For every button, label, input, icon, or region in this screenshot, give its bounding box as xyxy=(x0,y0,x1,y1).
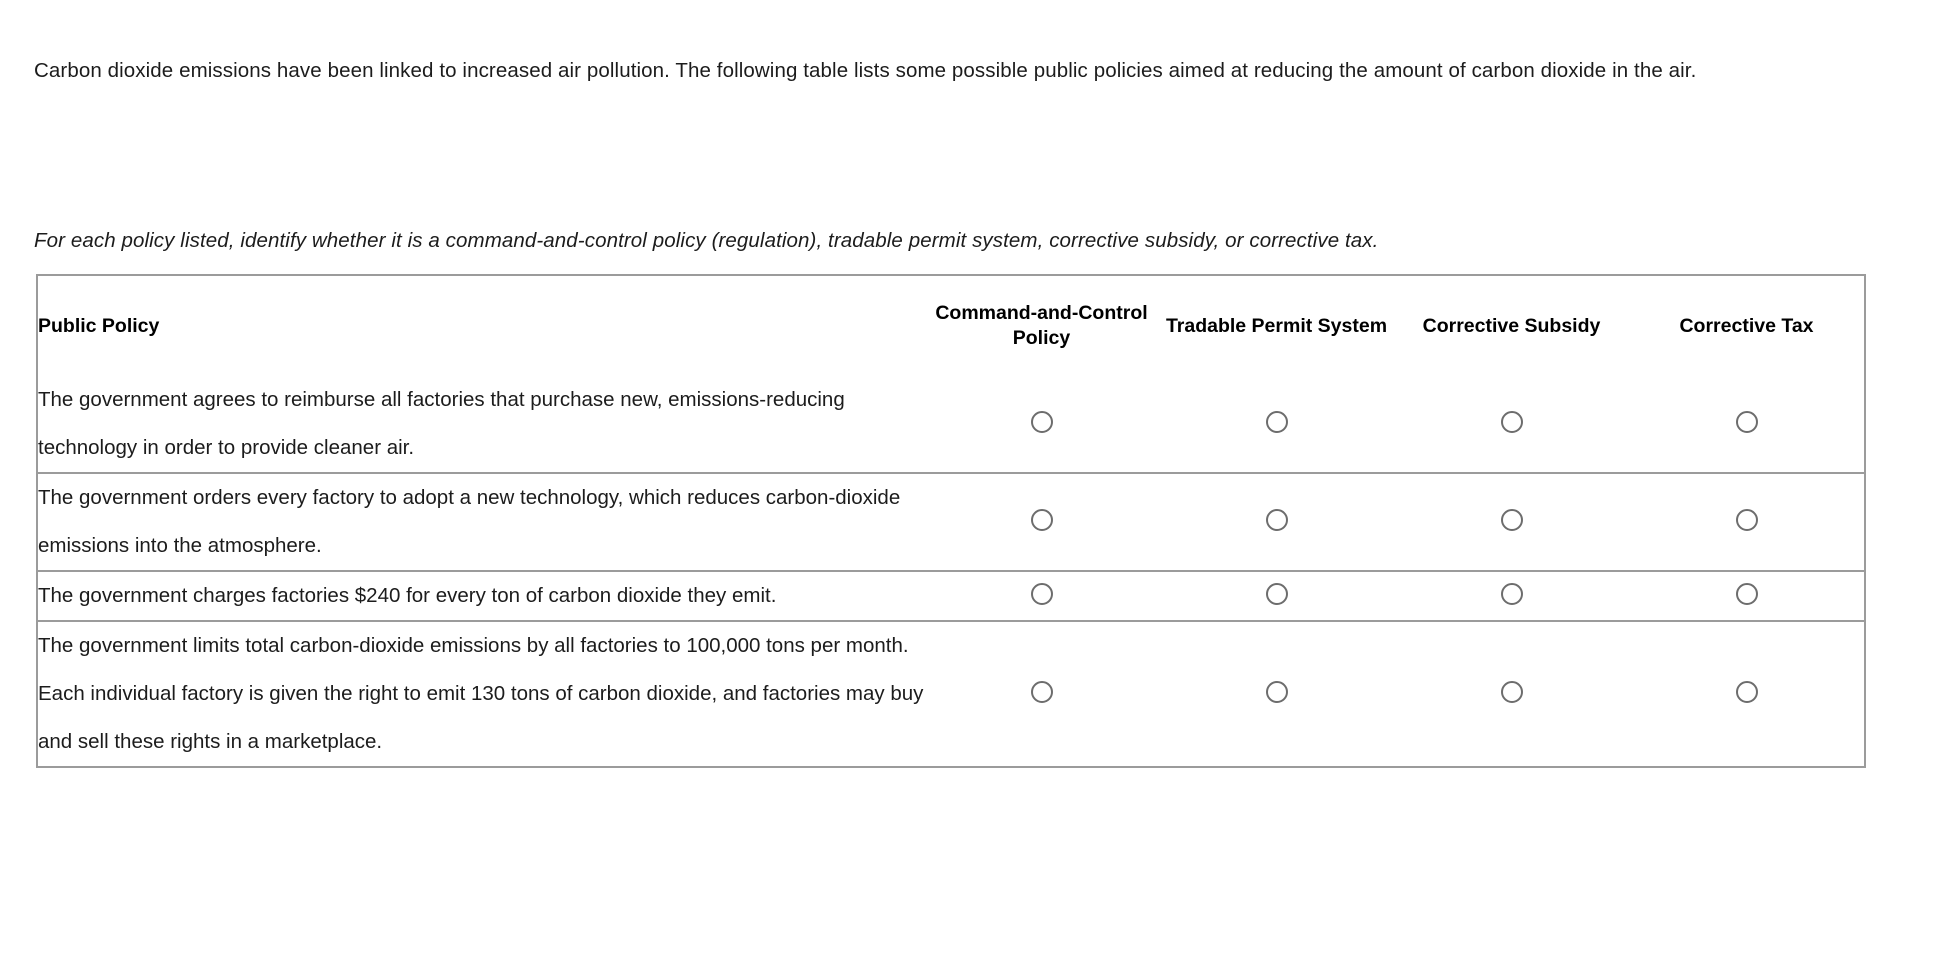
policy-table: Public Policy Command-and-Control Policy… xyxy=(36,274,1866,768)
table-header-row: Public Policy Command-and-Control Policy… xyxy=(37,275,1865,376)
radio-cell-corrective-subsidy[interactable] xyxy=(1394,621,1629,767)
radio-button-tradable-permit[interactable] xyxy=(1265,410,1288,433)
radio-button-corrective-tax[interactable] xyxy=(1735,410,1758,433)
radio-button-corrective-tax[interactable] xyxy=(1735,582,1758,605)
radio-button-corrective-subsidy[interactable] xyxy=(1500,508,1523,531)
radio-button-tradable-permit[interactable] xyxy=(1265,582,1288,605)
policy-description: The government limits total carbon-dioxi… xyxy=(38,634,924,753)
radio-button-command-and-control[interactable] xyxy=(1030,410,1053,433)
intro-paragraph: Carbon dioxide emissions have been linke… xyxy=(34,58,1697,82)
radio-cell-corrective-tax[interactable] xyxy=(1629,621,1865,767)
radio-button-corrective-tax[interactable] xyxy=(1735,680,1758,703)
radio-button-tradable-permit[interactable] xyxy=(1265,508,1288,531)
table-row: The government charges factories $240 fo… xyxy=(37,571,1865,621)
radio-button-command-and-control[interactable] xyxy=(1030,508,1053,531)
radio-cell-tradable-permit[interactable] xyxy=(1159,473,1394,571)
header-corrective-tax: Corrective Tax xyxy=(1679,314,1814,337)
radio-cell-command-and-control[interactable] xyxy=(924,571,1159,621)
policy-description: The government agrees to reimburse all f… xyxy=(38,388,845,459)
header-command-and-control-policy: Command-and-Control Policy xyxy=(935,302,1148,349)
radio-button-corrective-tax[interactable] xyxy=(1735,508,1758,531)
radio-button-tradable-permit[interactable] xyxy=(1265,680,1288,703)
radio-button-corrective-subsidy[interactable] xyxy=(1500,410,1523,433)
header-corrective-subsidy: Corrective Subsidy xyxy=(1422,314,1601,337)
radio-cell-tradable-permit[interactable] xyxy=(1159,571,1394,621)
policy-table-container: Public Policy Command-and-Control Policy… xyxy=(36,274,1866,768)
policy-description: The government charges factories $240 fo… xyxy=(38,584,777,607)
radio-cell-corrective-tax[interactable] xyxy=(1629,376,1865,473)
radio-cell-command-and-control[interactable] xyxy=(924,473,1159,571)
radio-cell-command-and-control[interactable] xyxy=(924,621,1159,767)
radio-button-corrective-subsidy[interactable] xyxy=(1500,582,1523,605)
radio-cell-corrective-tax[interactable] xyxy=(1629,571,1865,621)
radio-cell-corrective-tax[interactable] xyxy=(1629,473,1865,571)
radio-cell-corrective-subsidy[interactable] xyxy=(1394,473,1629,571)
table-row: The government orders every factory to a… xyxy=(37,473,1865,571)
radio-cell-corrective-subsidy[interactable] xyxy=(1394,376,1629,473)
radio-button-command-and-control[interactable] xyxy=(1030,582,1053,605)
table-row: The government agrees to reimburse all f… xyxy=(37,376,1865,473)
table-body: The government agrees to reimburse all f… xyxy=(37,376,1865,767)
header-tradable-permit-system: Tradable Permit System xyxy=(1165,314,1388,337)
radio-cell-tradable-permit[interactable] xyxy=(1159,621,1394,767)
table-header: Public Policy Command-and-Control Policy… xyxy=(37,275,1865,376)
radio-button-command-and-control[interactable] xyxy=(1030,680,1053,703)
radio-button-corrective-subsidy[interactable] xyxy=(1500,680,1523,703)
radio-cell-tradable-permit[interactable] xyxy=(1159,376,1394,473)
page-root: Carbon dioxide emissions have been linke… xyxy=(0,0,1954,968)
table-row: The government limits total carbon-dioxi… xyxy=(37,621,1865,767)
policy-description: The government orders every factory to a… xyxy=(38,486,901,557)
radio-cell-command-and-control[interactable] xyxy=(924,376,1159,473)
instruction-text: For each policy listed, identify whether… xyxy=(34,228,1379,252)
radio-cell-corrective-subsidy[interactable] xyxy=(1394,571,1629,621)
header-public-policy: Public Policy xyxy=(38,314,160,337)
